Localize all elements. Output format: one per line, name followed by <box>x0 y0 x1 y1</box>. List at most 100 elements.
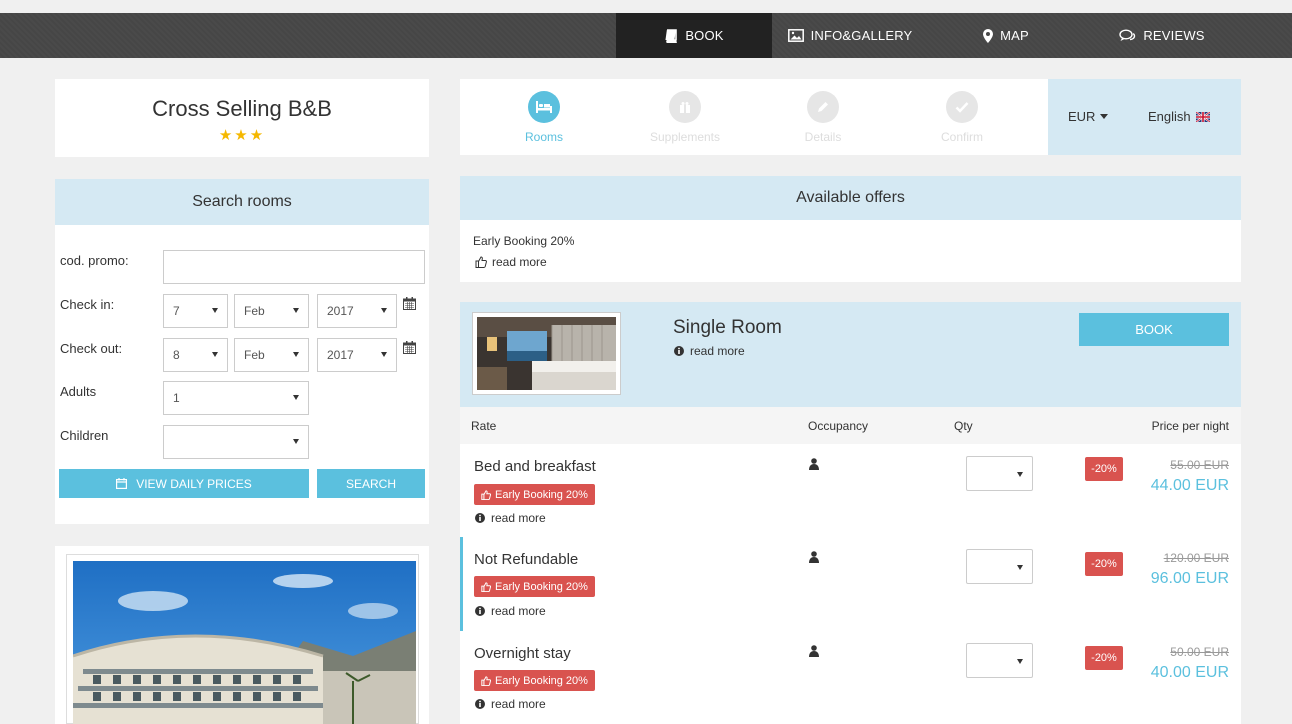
view-daily-prices-button[interactable]: VIEW DAILY PRICES <box>59 469 309 498</box>
rate-name: Not Refundable <box>474 551 579 568</box>
info-circle-icon <box>475 699 485 709</box>
table-row: Bed and breakfast Early Booking 20% read… <box>460 444 1241 537</box>
user-icon <box>809 458 819 470</box>
adults-value: 1 <box>173 391 180 405</box>
rate-read-more[interactable]: read more <box>475 511 546 525</box>
top-navbar: BOOK INFO&GALLERY MAP REVIEWS <box>0 13 1292 58</box>
checkout-month-value: Feb <box>244 348 265 362</box>
hotel-stars: ★★★ <box>218 127 266 144</box>
checkin-year-value: 2017 <box>327 304 354 318</box>
checkout-year-select[interactable]: 2017 <box>317 338 397 372</box>
checkin-year-select[interactable]: 2017 <box>317 294 397 328</box>
info-circle-icon <box>674 346 684 356</box>
thumbs-up-icon <box>475 256 487 268</box>
room-photo[interactable] <box>477 317 616 390</box>
room-read-more-label: read more <box>690 344 745 358</box>
nav-book[interactable]: BOOK <box>616 13 772 58</box>
checkin-day-value: 7 <box>173 304 180 318</box>
view-daily-prices-label: VIEW DAILY PRICES <box>136 476 252 491</box>
step-rooms[interactable]: Rooms <box>499 91 589 144</box>
step-confirm-label: Confirm <box>940 130 983 144</box>
calendar-icon[interactable] <box>403 341 416 354</box>
search-rooms-title: Search rooms <box>55 179 429 225</box>
promo-label: cod. promo: <box>60 253 129 268</box>
offer-name: Early Booking 20% <box>473 234 575 248</box>
rate-read-more-label: read more <box>491 511 546 525</box>
map-marker-icon <box>983 28 994 43</box>
caret-down-icon <box>1100 114 1109 119</box>
new-price: 96.00 EUR <box>1150 570 1229 587</box>
search-rooms-panel: Search rooms cod. promo: Check in: 7 Feb… <box>55 179 429 524</box>
children-label: Children <box>60 428 109 443</box>
gift-icon <box>680 102 690 113</box>
nav-map-label: MAP <box>1000 28 1029 43</box>
rate-read-more-label: read more <box>491 697 546 711</box>
book-room-label: BOOK <box>1135 322 1173 337</box>
rate-read-more[interactable]: read more <box>475 697 546 711</box>
room-card-header: Single Room read more BOOK <box>460 302 1241 407</box>
hotel-photo-panel <box>55 546 429 724</box>
old-price: 50.00 EUR <box>1170 645 1229 659</box>
rate-read-more-label: read more <box>491 604 546 618</box>
offer-read-more[interactable]: read more <box>475 255 547 269</box>
old-price: 120.00 EUR <box>1163 551 1229 565</box>
checkout-month-select[interactable]: Feb <box>234 338 309 372</box>
nav-book-label: BOOK <box>685 28 724 43</box>
new-price: 44.00 EUR <box>1150 477 1229 494</box>
nav-map[interactable]: MAP <box>928 13 1084 58</box>
hotel-title-panel: Cross Selling B&B ★★★ <box>55 79 429 157</box>
hotel-photo-frame <box>66 554 419 724</box>
step-supplements: Supplements <box>640 91 730 144</box>
thumbs-up-icon <box>481 581 491 592</box>
currency-dropdown[interactable]: EUR <box>1068 109 1109 124</box>
discount-badge: -20% <box>1085 552 1123 576</box>
room-photo-frame <box>472 312 621 395</box>
language-selector[interactable]: English <box>1148 109 1210 124</box>
thumbs-up-icon <box>481 489 491 500</box>
bed-icon <box>536 101 552 113</box>
search-button[interactable]: SEARCH <box>317 469 425 498</box>
table-row: Overnight stay Early Booking 20% read mo… <box>460 631 1241 724</box>
room-read-more[interactable]: read more <box>674 344 745 358</box>
locale-box: EUR English <box>1048 79 1241 155</box>
col-qty: Qty <box>954 419 973 433</box>
nav-reviews-label: REVIEWS <box>1143 28 1205 43</box>
offer-badge-label: Early Booking 20% <box>495 674 588 687</box>
adults-select[interactable]: 1 <box>163 381 309 415</box>
hotel-name: Cross Selling B&B <box>152 96 332 121</box>
qty-select[interactable] <box>966 549 1033 584</box>
checkin-day-select[interactable]: 7 <box>163 294 228 328</box>
calendar-icon[interactable] <box>403 297 416 310</box>
step-details-label: Details <box>804 130 842 144</box>
old-price: 55.00 EUR <box>1170 458 1229 472</box>
nav-reviews[interactable]: REVIEWS <box>1084 13 1240 58</box>
checkout-label: Check out: <box>60 341 123 356</box>
discount-badge: -20% <box>1085 646 1123 670</box>
table-row: Not Refundable Early Booking 20% read mo… <box>460 537 1241 631</box>
user-icon <box>809 645 819 657</box>
step-confirm: Confirm <box>917 91 1007 144</box>
check-icon <box>955 102 969 113</box>
offer-badge-label: Early Booking 20% <box>495 488 588 501</box>
col-price: Price per night <box>1151 419 1229 433</box>
available-offers-panel: Available offers Early Booking 20% read … <box>460 176 1241 282</box>
promo-input[interactable] <box>163 250 425 284</box>
uk-flag-icon <box>1195 111 1210 122</box>
nav-info-gallery[interactable]: INFO&GALLERY <box>772 13 928 58</box>
rate-read-more[interactable]: read more <box>475 604 546 618</box>
offer-badge-label: Early Booking 20% <box>495 580 588 593</box>
children-select[interactable] <box>163 425 309 459</box>
step-details: Details <box>778 91 868 144</box>
step-supplements-label: Supplements <box>649 130 721 144</box>
checkout-year-value: 2017 <box>327 348 354 362</box>
language-value: English <box>1148 109 1191 124</box>
checkin-month-select[interactable]: Feb <box>234 294 309 328</box>
book-room-button[interactable]: BOOK <box>1079 313 1229 346</box>
rate-table-header: Rate Occupancy Qty Price per night <box>460 407 1241 444</box>
qty-select[interactable] <box>966 456 1033 491</box>
qty-select[interactable] <box>966 643 1033 678</box>
user-icon <box>809 551 819 563</box>
checkout-day-select[interactable]: 8 <box>163 338 228 372</box>
hotel-photo[interactable] <box>72 561 416 724</box>
search-button-label: SEARCH <box>345 476 396 491</box>
